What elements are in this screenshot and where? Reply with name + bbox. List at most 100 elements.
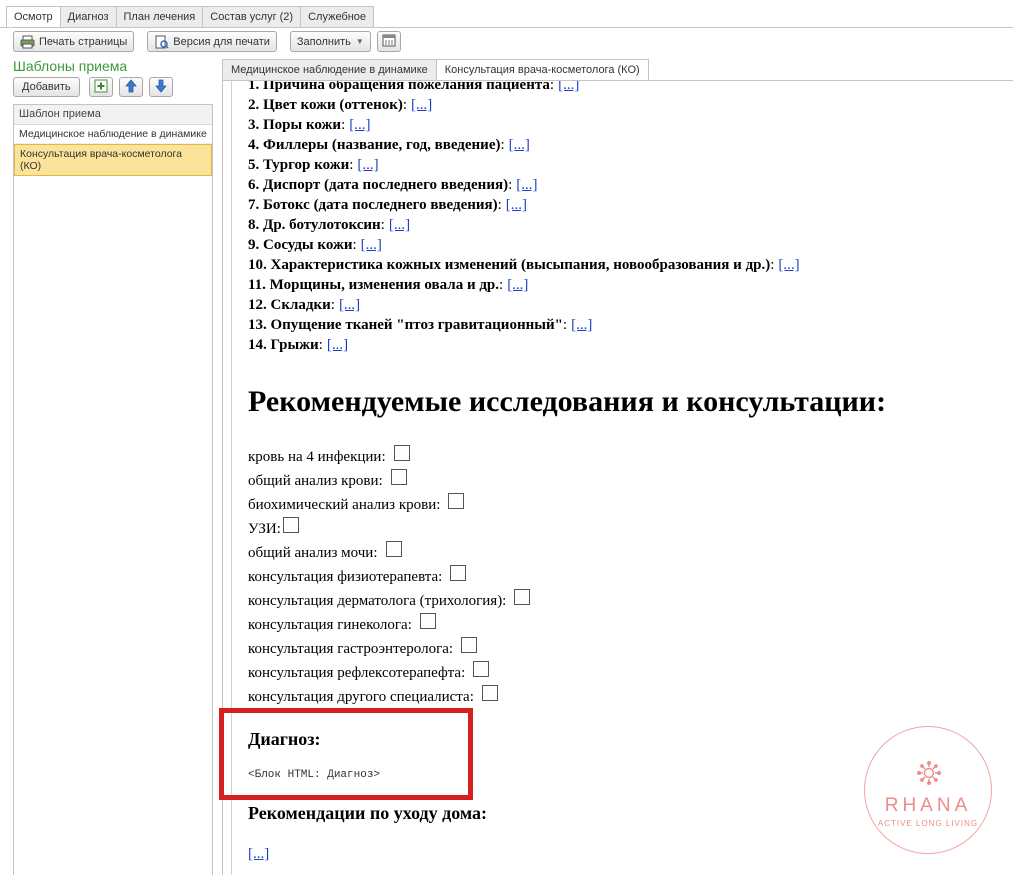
checklist-checkbox[interactable]	[282, 517, 299, 533]
question-row: 6. Диспорт (дата последнего введения): [.…	[248, 175, 800, 195]
arrow-up-icon	[124, 78, 137, 96]
question-input-link[interactable]: [...]	[361, 237, 382, 253]
question-input-link[interactable]: [...]	[339, 297, 360, 313]
question-input-link[interactable]: [...]	[778, 257, 799, 273]
checklist-row: консультация дерматолога (трихология):	[248, 589, 531, 613]
recommended-checklist: кровь на 4 инфекции: общий анализ крови: б…	[248, 445, 531, 709]
tab-diagnoz[interactable]: Диагноз	[60, 6, 117, 28]
checklist-row: консультация другого специалиста:	[248, 685, 530, 709]
question-label: 5. Тургор кожи	[248, 157, 350, 173]
question-input-link[interactable]: [...]	[558, 81, 579, 93]
question-input-link[interactable]: [...]	[327, 337, 348, 353]
top-tabs: Осмотр Диагноз План лечения Состав услуг…	[6, 6, 375, 28]
checklist-label: консультация дерматолога (трихология):	[248, 592, 507, 609]
diagnosis-html-block: <Блок HTML: Диагноз>	[248, 769, 381, 781]
checklist-checkbox[interactable]	[393, 445, 410, 461]
questions-list: 1. Причина обращения пожелания пациента:…	[248, 81, 800, 355]
checklist-label: консультация другого специалиста:	[248, 688, 474, 705]
add-template-button[interactable]: Добавить	[13, 77, 80, 97]
question-input-link[interactable]: [...]	[516, 177, 537, 193]
print-preview-icon	[154, 35, 169, 49]
question-colon: :	[402, 97, 408, 113]
template-tools: Добавить	[13, 77, 173, 97]
question-colon: :	[770, 257, 775, 273]
question-label: 11. Морщины, изменения овала и др.	[248, 277, 500, 293]
question-input-link[interactable]: [...]	[389, 217, 410, 233]
question-row: 5. Тургор кожи: [...]	[248, 155, 800, 175]
question-row: 10. Характеристика кожных изменений (выс…	[248, 255, 800, 275]
tab-sluzhebnoe[interactable]: Служебное	[301, 6, 375, 28]
checklist-label: УЗИ:	[248, 520, 281, 537]
question-input-link[interactable]: [...]	[357, 157, 378, 173]
home-care-field: [...]	[248, 846, 269, 863]
tab-osmotr[interactable]: Осмотр	[6, 6, 61, 28]
tab-cosmetologist-consultation[interactable]: Консультация врача-косметолога (КО)	[436, 59, 649, 81]
checklist-checkbox[interactable]	[481, 685, 498, 701]
question-input-link[interactable]: [...]	[506, 197, 527, 213]
question-input-link[interactable]: [...]	[509, 137, 530, 153]
question-colon: :	[508, 177, 513, 193]
add-row-button[interactable]	[88, 77, 113, 97]
question-input-link[interactable]: [...]	[507, 277, 528, 293]
question-input-link[interactable]: [...]	[349, 117, 370, 133]
arrow-down-icon	[154, 79, 167, 96]
checklist-row: УЗИ:	[248, 517, 530, 541]
template-list: Шаблон приема Медицинское наблюдение в д…	[13, 104, 213, 875]
question-label: 6. Диспорт (дата последнего введения)	[248, 177, 509, 193]
checklist-label: консультация рефлексотерапефта:	[248, 664, 466, 681]
question-label: 8. Др. ботулотоксин	[248, 217, 381, 233]
question-input-link[interactable]: [...]	[571, 317, 592, 333]
list-item[interactable]: Медицинское наблюдение в динамике	[14, 125, 212, 144]
checklist-row: кровь на 4 инфекции:	[248, 445, 530, 469]
fill-dropdown-button[interactable]: Заполнить ▼	[289, 31, 371, 52]
question-row: 7. Ботокс (дата последнего введения): [..…	[248, 195, 800, 215]
print-page-label: Печать страницы	[39, 35, 128, 48]
question-colon: :	[500, 137, 505, 153]
question-label: 12. Складки	[248, 297, 331, 313]
checklist-checkbox[interactable]	[419, 613, 436, 629]
checklist-checkbox[interactable]	[514, 589, 531, 605]
calendar-icon	[382, 33, 396, 50]
question-colon: :	[352, 237, 357, 253]
question-label: 7. Ботокс (дата последнего введения)	[248, 197, 498, 213]
checklist-checkbox[interactable]	[450, 565, 467, 581]
tab-sostav-uslug[interactable]: Состав услуг (2)	[203, 6, 302, 28]
checklist-checkbox[interactable]	[461, 637, 478, 653]
recommended-heading: Рекомендуемые исследования и консультаци…	[248, 385, 887, 418]
home-care-link[interactable]: [...]	[248, 846, 269, 862]
print-version-button[interactable]: Версия для печати	[147, 31, 277, 52]
toolbar: Печать страницы Версия для печати Заполн…	[13, 31, 401, 52]
checklist-checkbox[interactable]	[385, 541, 402, 557]
chevron-down-icon: ▼	[355, 37, 364, 46]
plus-icon	[94, 79, 108, 96]
checklist-checkbox[interactable]	[448, 493, 465, 509]
checklist-label: кровь на 4 инфекции:	[248, 448, 386, 465]
list-item[interactable]: Консультация врача-косметолога (КО)	[14, 144, 212, 176]
question-row: 12. Складки: [...]	[248, 295, 800, 315]
template-list-header[interactable]: Шаблон приема	[14, 105, 212, 125]
question-row: 9. Сосуды кожи: [...]	[248, 235, 800, 255]
logo-name: RHANA	[884, 795, 972, 816]
checklist-row: консультация гинеколога:	[248, 613, 530, 637]
move-down-button[interactable]	[148, 77, 173, 97]
checklist-label: общий анализ крови:	[248, 472, 383, 489]
templates-title: Шаблоны приема	[13, 58, 128, 74]
question-row: 1. Причина обращения пожелания пациента:…	[248, 80, 800, 95]
question-label: 3. Поры кожи	[248, 117, 342, 133]
checklist-checkbox[interactable]	[390, 469, 407, 485]
tab-medical-observation[interactable]: Медицинское наблюдение в динамике	[222, 59, 437, 81]
question-label: 1. Причина обращения пожелания пациента	[248, 80, 550, 93]
print-page-button[interactable]: Печать страницы	[13, 31, 135, 52]
checklist-checkbox[interactable]	[473, 661, 490, 677]
print-version-label: Версия для печати	[173, 35, 270, 48]
checklist-row: консультация рефлексотерапефта:	[248, 661, 530, 685]
move-up-button[interactable]	[118, 77, 143, 97]
tab-plan-lecheniya[interactable]: План лечения	[116, 6, 204, 28]
logo-tagline: ACTIVE LONG LIVING	[877, 819, 979, 828]
question-colon: :	[330, 297, 335, 313]
question-input-link[interactable]: [...]	[411, 97, 432, 113]
printer-icon	[20, 35, 35, 49]
calendar-button[interactable]	[376, 31, 401, 52]
rhana-logo: RHANA ACTIVE LONG LIVING	[864, 726, 992, 854]
checklist-label: общий анализ мочи:	[248, 544, 378, 561]
